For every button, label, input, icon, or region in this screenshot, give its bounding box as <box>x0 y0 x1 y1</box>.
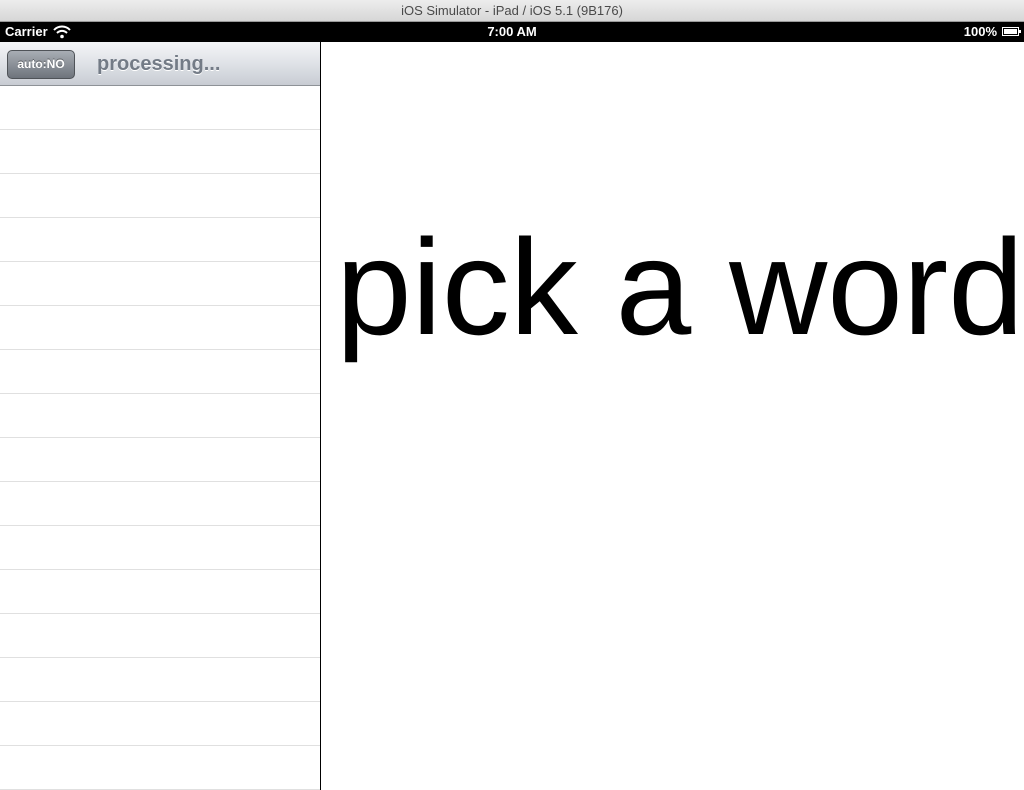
nav-title: processing... <box>97 53 221 75</box>
table-row[interactable] <box>0 262 320 306</box>
table-row[interactable] <box>0 350 320 394</box>
table-row[interactable] <box>0 218 320 262</box>
table-row[interactable] <box>0 526 320 570</box>
table-row[interactable] <box>0 86 320 130</box>
word-table[interactable] <box>0 86 320 790</box>
clock-label: 7:00 AM <box>487 24 537 39</box>
ios-status-bar: Carrier 7:00 AM 100% <box>0 22 1024 42</box>
simulator-window-title: iOS Simulator - iPad / iOS 5.1 (9B176) <box>0 0 1024 22</box>
table-row[interactable] <box>0 570 320 614</box>
table-row[interactable] <box>0 614 320 658</box>
table-row[interactable] <box>0 702 320 746</box>
auto-toggle-button[interactable]: auto:NO <box>7 50 75 79</box>
table-row[interactable] <box>0 438 320 482</box>
battery-percent: 100% <box>963 24 997 39</box>
table-row[interactable] <box>0 394 320 438</box>
battery-nub <box>1019 30 1021 33</box>
table-row[interactable] <box>0 130 320 174</box>
table-row[interactable] <box>0 658 320 702</box>
table-row[interactable] <box>0 306 320 350</box>
table-row[interactable] <box>0 482 320 526</box>
table-row[interactable] <box>0 746 320 790</box>
selected-word-label: pick a word <box>336 211 1024 363</box>
master-nav-bar: auto:NO processing... <box>0 42 320 86</box>
battery-fill <box>1004 29 1017 34</box>
battery-icon <box>1002 27 1021 36</box>
master-pane: auto:NO processing... <box>0 42 321 790</box>
detail-pane: pick a word <box>321 42 1024 790</box>
table-row[interactable] <box>0 174 320 218</box>
